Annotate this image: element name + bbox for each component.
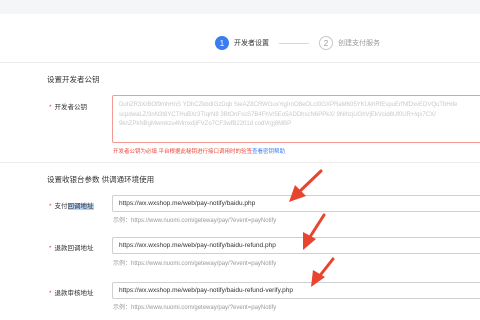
refund-verify-label: * 退款审核地址 xyxy=(49,290,94,297)
step-indicator: 1 开发者设置 2 创建支付服务 xyxy=(215,36,380,50)
refund-callback-label: * 退款回调地址 xyxy=(49,245,94,252)
selected-text: 回调地址 xyxy=(67,203,94,210)
developer-key-error: 开发者公钥为必填 平台根据此秘钥进行接口调用时的验签查看密钥帮助 xyxy=(113,149,286,155)
key-help-link[interactable]: 查看密钥帮助 xyxy=(252,149,285,155)
annotation-arrow-icon xyxy=(289,169,323,202)
key-line: DuhZR3XrBOf9mhHnS YDhCZkbdIGzDqb SieAZ8C… xyxy=(119,102,458,108)
required-mark: * xyxy=(49,245,52,252)
step-1-number: 1 xyxy=(215,36,229,50)
key-line: scpdwaLZ/3nN3t8YCTHuBXr3TIqrN8 3BtOnFssS… xyxy=(119,111,436,118)
top-bar xyxy=(0,0,480,14)
developer-key-label: * 开发者公钥 xyxy=(49,104,88,111)
required-mark: * xyxy=(49,104,52,111)
step-2-label: 创建支付服务 xyxy=(338,40,380,47)
section-title-developer-key: 设置开发者公钥 xyxy=(47,75,100,84)
pay-callback-label: * 支付回调地址 xyxy=(49,203,94,210)
divider xyxy=(0,62,480,63)
key-line: 9knZPkNBgMwmkzu4MmxdjiFVZo7CF3wfB2201d c… xyxy=(119,121,292,127)
section-title-callback: 设置收银台参数 供调通环境使用 xyxy=(47,175,155,184)
refund-callback-input[interactable]: https://wx.wxshop.me/web/pay-notify/baid… xyxy=(112,237,480,254)
refund-callback-example: 示例：https://www.nuomi.com/geteway/pay/?ev… xyxy=(113,261,277,267)
annotation-arrow-icon xyxy=(303,213,326,250)
annotation-arrow-icon xyxy=(311,257,335,287)
step-connector xyxy=(279,42,309,44)
required-mark: * xyxy=(49,290,52,297)
developer-key-textarea[interactable]: DuhZR3XrBOf9mhHnS YDhCZkbdIGzDqb SieAZ8C… xyxy=(112,95,480,143)
pay-callback-example: 示例：https://www.nuomi.com/geteway/pay/?ev… xyxy=(113,218,277,224)
step-1-label: 开发者设置 xyxy=(234,40,269,47)
refund-verify-example: 示例：https://www.nuomi.com/geteway/pay/?ev… xyxy=(113,305,277,311)
divider xyxy=(0,162,480,163)
required-mark: * xyxy=(49,203,52,210)
refund-verify-input[interactable]: https://wx.wxshop.me/web/pay-notify/baid… xyxy=(112,282,480,299)
step-2-number: 2 xyxy=(319,36,333,50)
